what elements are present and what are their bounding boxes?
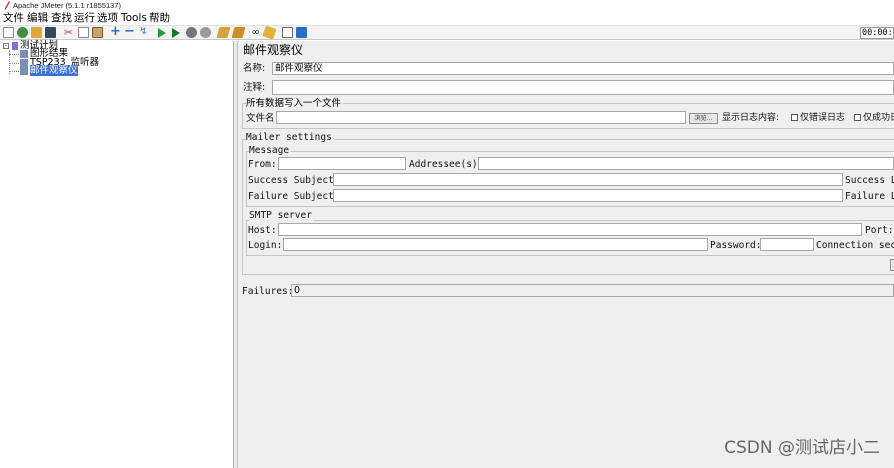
reset-search-icon[interactable] — [262, 25, 277, 40]
failures-count-field: 0 — [291, 284, 894, 297]
save-icon[interactable] — [45, 27, 56, 38]
success-subject-label: Success Subject: — [248, 175, 340, 186]
menu-search[interactable]: 查找 — [51, 11, 72, 25]
comment-input[interactable] — [272, 80, 894, 95]
start-icon[interactable] — [158, 28, 166, 38]
failures-label: Failures: — [242, 286, 294, 297]
tree-connector — [9, 54, 19, 55]
login-label: Login: — [248, 240, 283, 251]
filename-label: 文件名 — [246, 113, 275, 124]
open-icon[interactable] — [31, 27, 42, 38]
copy-icon[interactable] — [78, 27, 89, 38]
menu-options[interactable]: 选项 — [97, 11, 118, 25]
failure-limit-label: Failure Li — [845, 191, 894, 202]
tree-connector — [9, 71, 19, 72]
clear-all-icon[interactable] — [231, 27, 246, 38]
login-input[interactable] — [283, 238, 708, 251]
tree-node-mailer-visualizer[interactable]: 邮件观察仪 — [20, 65, 78, 76]
csdn-watermark: CSDN @测试店小二 — [724, 438, 880, 458]
test-plan-icon — [12, 42, 19, 50]
menu-bar: 文件 编辑 查找 运行 选项 Tools 帮助 — [0, 11, 894, 25]
cut-icon[interactable]: ✂ — [63, 27, 74, 38]
panel-title: 邮件观察仪 — [243, 43, 304, 57]
connection-security-label: Connection secur — [816, 240, 894, 251]
addressee-input[interactable] — [478, 157, 894, 170]
toggle-icon[interactable]: ↯ — [138, 27, 149, 38]
mailer-visualizer-panel: 邮件观察仪 名称: 邮件观察仪 注释: 所有数据写入一个文件 文件名 浏览...… — [238, 41, 894, 468]
title-bar: Apache JMeter (5.1.1 r1855137) — [0, 0, 894, 11]
browse-button[interactable]: 浏览... — [689, 113, 718, 124]
file-section-legend: 所有数据写入一个文件 — [246, 98, 344, 109]
filename-input[interactable] — [276, 111, 686, 124]
menu-file[interactable]: 文件 — [3, 11, 24, 25]
checkbox-box[interactable] — [791, 114, 798, 121]
start-no-pause-icon[interactable] — [172, 28, 180, 38]
jmeter-feather-icon — [5, 1, 10, 10]
checkbox-box[interactable] — [854, 114, 861, 121]
success-only-label: 仅成功日 — [863, 113, 894, 123]
function-helper-icon[interactable] — [282, 27, 293, 38]
port-label: Port: — [865, 225, 894, 236]
failure-subject-label: Failure Subject: — [248, 191, 340, 202]
clear-icon[interactable] — [216, 27, 231, 38]
name-input[interactable]: 邮件观察仪 — [272, 62, 894, 75]
message-legend: Message — [249, 145, 292, 156]
success-subject-input[interactable] — [333, 173, 843, 186]
host-input[interactable] — [278, 223, 862, 236]
menu-help[interactable]: 帮助 — [149, 11, 170, 25]
smtp-server-legend: SMTP server — [249, 210, 314, 221]
collapse-icon[interactable]: − — [124, 25, 135, 38]
success-limit-label: Success Li — [845, 175, 894, 186]
tree-node-label: 邮件观察仪 — [30, 65, 78, 76]
menu-tools[interactable]: Tools — [121, 11, 147, 25]
name-label: 名称: — [243, 63, 266, 74]
help-icon[interactable] — [296, 27, 307, 38]
test-plan-tree: - 测试计划 图形结果 TSP233_监听器 邮件观察仪 — [0, 41, 234, 468]
menu-edit[interactable]: 编辑 — [27, 11, 48, 25]
failure-subject-input[interactable] — [333, 189, 843, 202]
menu-run[interactable]: 运行 — [74, 11, 95, 25]
shutdown-icon[interactable] — [200, 27, 211, 38]
password-input[interactable] — [760, 238, 814, 251]
test-mail-button[interactable] — [890, 259, 894, 271]
password-label: Password: — [710, 240, 762, 251]
collapse-toggle-icon[interactable]: - — [3, 43, 9, 49]
from-label: From: — [248, 159, 277, 170]
mailer-settings-legend: Mailer settings — [246, 132, 334, 143]
from-input[interactable] — [278, 157, 406, 170]
listener-icon — [20, 67, 28, 75]
toolbar: ✂ + − ↯ ∞ 00:00: — [0, 25, 894, 40]
window-title: Apache JMeter (5.1.1 r1855137) — [13, 1, 121, 10]
errors-only-checkbox[interactable]: 仅错误日志 — [791, 112, 845, 125]
expand-icon[interactable]: + — [110, 25, 121, 38]
elapsed-timer: 00:00: — [860, 27, 894, 39]
errors-only-label: 仅错误日志 — [800, 113, 846, 123]
addressee-label: Addressee(s): — [409, 159, 484, 170]
templates-icon[interactable] — [17, 27, 28, 38]
host-label: Host: — [248, 225, 277, 236]
success-only-checkbox[interactable]: 仅成功日 — [854, 112, 894, 125]
listener-icon — [20, 50, 28, 58]
tree-connector — [9, 63, 19, 64]
log-content-label: 显示日志内容: — [722, 113, 780, 123]
comment-label: 注释: — [243, 82, 266, 93]
search-icon[interactable]: ∞ — [250, 27, 261, 38]
stop-icon[interactable] — [186, 27, 197, 38]
paste-icon[interactable] — [92, 27, 103, 38]
new-icon[interactable] — [3, 27, 14, 38]
